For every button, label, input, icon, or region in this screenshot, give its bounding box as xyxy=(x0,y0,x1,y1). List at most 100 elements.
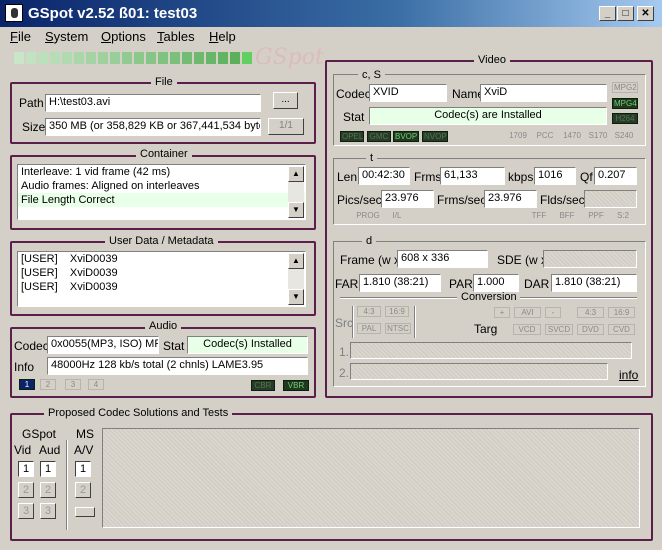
tag-s170: S170 xyxy=(586,131,610,142)
src-169-button[interactable]: 16:9 xyxy=(385,306,409,317)
minimize-button[interactable]: _ xyxy=(599,6,616,21)
qf-field[interactable]: 0.207 xyxy=(594,167,637,185)
scroll-down-icon[interactable]: ▼ xyxy=(288,289,304,305)
audio-stream-3-button[interactable]: 3 xyxy=(65,379,81,390)
frame-field[interactable]: 608 x 336 xyxy=(397,250,488,268)
vid-label: Vid xyxy=(14,443,32,457)
vid-1-button[interactable]: 1 xyxy=(18,461,34,477)
gspot-label: GSpot xyxy=(22,427,57,441)
aud-2-button[interactable]: 2 xyxy=(40,482,56,498)
targ-minus-button[interactable]: - xyxy=(545,307,561,318)
progress-segment xyxy=(230,52,240,64)
audio-stream-1-button[interactable]: 1 xyxy=(19,379,35,390)
gspot-logo: GSpot xyxy=(255,45,324,70)
audio-stream-4-button[interactable]: 4 xyxy=(88,379,104,390)
video-stat-label: Stat xyxy=(343,110,365,124)
container-list[interactable]: Interleave: 1 vid frame (42 ms) Audio fr… xyxy=(17,164,306,220)
ms-label: MS xyxy=(76,427,94,441)
audio-codec-field[interactable]: 0x0055(MP3, ISO) MP xyxy=(47,336,159,354)
conversion-title: Conversion xyxy=(461,291,517,303)
targ-dvd-button[interactable]: DVD xyxy=(577,324,604,335)
audio-stat-field[interactable]: Codec(s) Installed xyxy=(187,336,308,354)
audio-group-title: Audio xyxy=(145,320,182,332)
pics-field[interactable]: 23.976 xyxy=(381,190,434,208)
par-field[interactable]: 1.000 xyxy=(473,274,519,292)
frame-label: Frame (w x xyxy=(340,253,400,267)
progress-segment xyxy=(62,52,72,64)
aud-1-button[interactable]: 1 xyxy=(40,461,56,477)
av-2-button[interactable]: 2 xyxy=(75,482,91,498)
src-ntsc-button[interactable]: NTSC xyxy=(385,323,411,334)
progress-segment xyxy=(74,52,84,64)
targ-169-button[interactable]: 16:9 xyxy=(608,307,635,318)
maximize-button[interactable]: □ xyxy=(617,6,634,21)
av-1-button[interactable]: 1 xyxy=(75,461,91,477)
vid-2-button[interactable]: 2 xyxy=(18,482,34,498)
scroll-up-icon[interactable]: ▲ xyxy=(288,253,304,269)
targ-svcd-button[interactable]: SVCD xyxy=(545,324,573,335)
targ-vcd-button[interactable]: VCD xyxy=(513,324,541,335)
len-field[interactable]: 00:42:30 xyxy=(358,167,410,185)
frmssec-field[interactable]: 23.976 xyxy=(484,190,537,208)
path-field[interactable]: H:\test03.avi xyxy=(45,94,261,112)
audio-info-field[interactable]: 48000Hz 128 kb/s total (2 chnls) LAME3.9… xyxy=(47,357,308,375)
aud-3-button[interactable]: 3 xyxy=(40,503,56,519)
ppf-indicator: PPF xyxy=(585,211,607,222)
size-field[interactable]: 350 MB (or 358,829 KB or 367,441,534 byt… xyxy=(45,118,261,136)
list-item: [USER] XviD0039 xyxy=(21,281,118,293)
qpel-indicator: OPEL xyxy=(340,131,364,142)
video-codec-field[interactable]: XVID xyxy=(369,84,447,102)
flds-field[interactable] xyxy=(584,190,637,208)
info-link[interactable]: info xyxy=(619,368,638,382)
app-icon[interactable] xyxy=(5,4,23,22)
frms-label: Frms xyxy=(414,170,442,184)
progress-segment xyxy=(50,52,60,64)
src-43-button[interactable]: 4:3 xyxy=(357,306,381,317)
menu-help[interactable]: Help xyxy=(209,29,236,44)
far-field[interactable]: 1.810 (38:21) xyxy=(359,274,441,292)
vbr-indicator: VBR xyxy=(283,380,309,391)
targ-cvd-button[interactable]: CVD xyxy=(608,324,635,335)
progress-bar xyxy=(14,52,252,64)
scroll-up-icon[interactable]: ▲ xyxy=(288,166,304,182)
sde-field[interactable] xyxy=(543,250,637,268)
conversion-line-1-label: 1. xyxy=(339,345,350,359)
container-group-title: Container xyxy=(136,148,192,160)
s2-indicator: S:2 xyxy=(612,211,634,222)
dar-field[interactable]: 1.810 (38:21) xyxy=(551,274,637,292)
menu-system[interactable]: System xyxy=(45,29,88,44)
container-scrollbar[interactable]: ▲ ▼ xyxy=(288,166,304,218)
conversion-line-2 xyxy=(350,363,608,380)
progress-segment xyxy=(146,52,156,64)
src-pal-button[interactable]: PAL xyxy=(357,323,381,334)
par-label: PAR xyxy=(449,277,473,291)
video-name-field[interactable]: XviD xyxy=(480,84,607,102)
av-extra-button[interactable] xyxy=(75,507,95,517)
codec-subgroup-title: c, S xyxy=(358,69,385,81)
progress-segment xyxy=(206,52,216,64)
menu-options[interactable]: Options xyxy=(101,29,146,44)
targ-plus-button[interactable]: + xyxy=(494,307,510,318)
frms-field[interactable]: 61,133 xyxy=(440,167,505,185)
menu-file[interactable]: File xyxy=(10,29,31,44)
scroll-down-icon[interactable]: ▼ xyxy=(288,202,304,218)
audio-stream-2-button[interactable]: 2 xyxy=(40,379,56,390)
browse-button[interactable]: ... xyxy=(273,92,298,109)
video-stat-field[interactable]: Codec(s) are Installed xyxy=(369,107,607,125)
progress-segment xyxy=(110,52,120,64)
path-label: Path xyxy=(19,96,44,110)
userdata-list[interactable]: [USER] XviD0039 [USER] XviD0039 [USER] X… xyxy=(17,251,306,307)
conversion-divider-left xyxy=(340,297,457,299)
targ-avi-button[interactable]: AVI xyxy=(514,307,541,318)
vid-3-button[interactable]: 3 xyxy=(18,503,34,519)
conversion-line-1 xyxy=(350,342,632,359)
close-button[interactable]: ✕ xyxy=(637,6,654,21)
userdata-scrollbar[interactable]: ▲ ▼ xyxy=(288,253,304,305)
dar-label: DAR xyxy=(524,277,550,291)
src-label: Src xyxy=(335,316,353,330)
qf-label: Qf xyxy=(580,170,593,184)
mpg2-indicator: MPG2 xyxy=(612,82,638,93)
targ-43-button[interactable]: 4:3 xyxy=(577,307,604,318)
menu-tables[interactable]: Tables xyxy=(157,29,195,44)
kbps-field[interactable]: 1016 xyxy=(534,167,576,185)
